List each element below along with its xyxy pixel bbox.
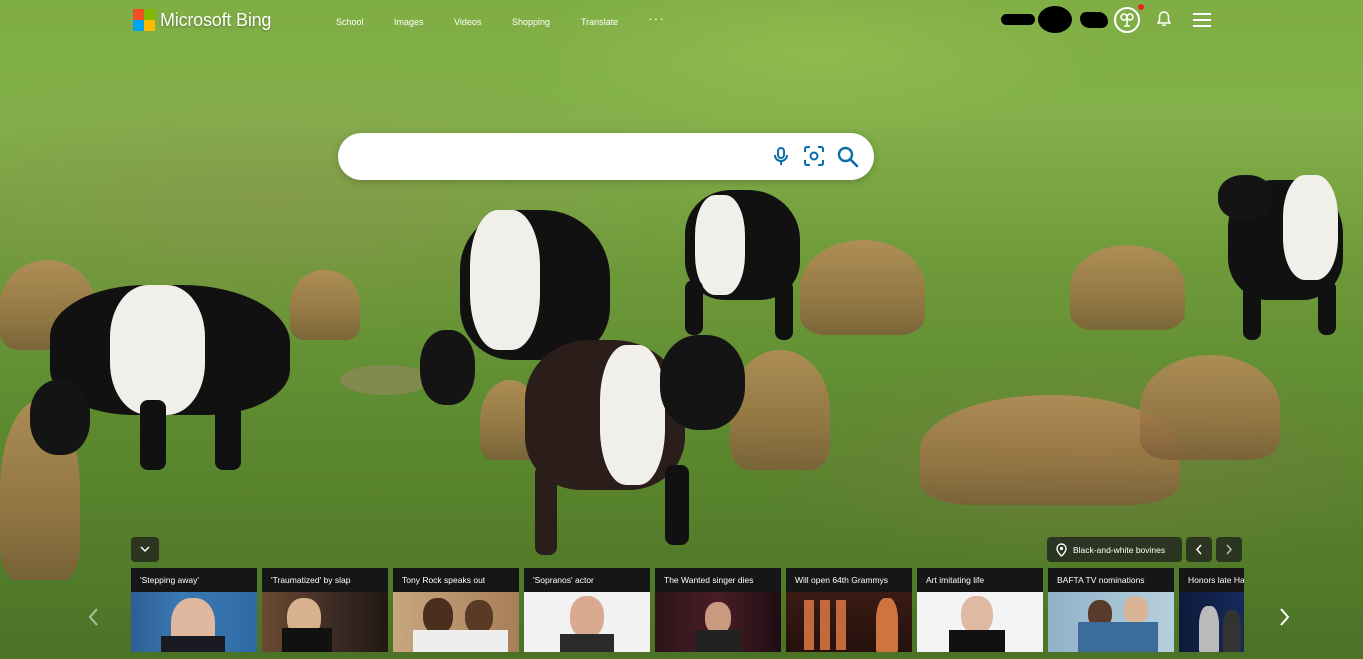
chevron-left-icon <box>1195 544 1202 555</box>
news-card-title: Tony Rock speaks out <box>393 568 519 592</box>
grass-tuft <box>290 270 360 340</box>
nav-item-shopping[interactable]: Shopping <box>512 17 550 27</box>
collapse-feed-button[interactable] <box>131 537 159 562</box>
menu-line <box>1193 13 1211 15</box>
news-carousel: 'Stepping away' 'Traumatized' by slap To… <box>131 568 1244 652</box>
search-box <box>338 133 874 180</box>
visual-search-icon[interactable] <box>803 145 825 167</box>
grass-tuft <box>1140 355 1280 460</box>
logo-square-red <box>133 9 144 20</box>
nav-more-button[interactable]: ··· <box>648 10 665 26</box>
previous-image-button[interactable] <box>1186 537 1212 562</box>
news-card[interactable]: BAFTA TV nominations <box>1048 568 1174 652</box>
news-card[interactable]: Honors late Ha <box>1179 568 1244 652</box>
grass-tuft <box>800 240 925 335</box>
grass-tuft <box>1070 245 1185 330</box>
calf <box>515 335 755 555</box>
chevron-left-icon <box>88 608 98 626</box>
search-input[interactable] <box>358 143 762 171</box>
hamburger-menu-icon[interactable] <box>1193 13 1211 27</box>
news-card-title: 'Stepping away' <box>131 568 257 592</box>
news-card-image <box>393 592 519 652</box>
nav-item-videos[interactable]: Videos <box>454 17 481 27</box>
news-card-title: The Wanted singer dies <box>655 568 781 592</box>
news-card[interactable]: Art imitating life <box>917 568 1043 652</box>
microphone-icon[interactable] <box>770 145 792 167</box>
nav-item-translate[interactable]: Translate <box>581 17 618 27</box>
news-card[interactable]: 'Traumatized' by slap <box>262 568 388 652</box>
news-card-image <box>262 592 388 652</box>
news-card-image <box>524 592 650 652</box>
news-card-title: BAFTA TV nominations <box>1048 568 1174 592</box>
nav-item-images[interactable]: Images <box>394 17 424 27</box>
news-card-image <box>655 592 781 652</box>
news-card-image <box>786 592 912 652</box>
news-card[interactable]: 'Stepping away' <box>131 568 257 652</box>
top-header: Microsoft Bing School Images Videos Shop… <box>0 0 1363 44</box>
redacted-account-name[interactable] <box>1001 14 1035 25</box>
menu-line <box>1193 25 1211 27</box>
feed-next-button[interactable] <box>1276 604 1292 630</box>
news-card-title: 'Sopranos' actor <box>524 568 650 592</box>
notification-dot <box>1138 4 1144 10</box>
news-card-image <box>1179 592 1244 652</box>
redacted-avatar[interactable] <box>1038 6 1072 33</box>
news-card[interactable]: The Wanted singer dies <box>655 568 781 652</box>
cow <box>30 270 300 470</box>
news-card-title: Will open 64th Grammys <box>786 568 912 592</box>
news-card-image <box>917 592 1043 652</box>
location-pin-icon <box>1056 543 1067 557</box>
chevron-right-icon <box>1280 608 1290 626</box>
chevron-down-icon <box>140 546 150 553</box>
news-card-title: Art imitating life <box>917 568 1043 592</box>
search-icon[interactable] <box>836 145 859 168</box>
microsoft-logo-icon <box>133 9 155 31</box>
bell-icon[interactable] <box>1156 11 1172 27</box>
news-card-title: 'Traumatized' by slap <box>262 568 388 592</box>
brand-name: Microsoft Bing <box>160 9 272 30</box>
logo-square-blue <box>133 20 144 31</box>
logo-square-yellow <box>144 20 155 31</box>
grass-tuft <box>340 365 430 395</box>
news-card[interactable]: Tony Rock speaks out <box>393 568 519 652</box>
cow <box>1218 175 1348 340</box>
redacted-points[interactable] <box>1080 12 1108 28</box>
rewards-trophy-icon[interactable] <box>1114 7 1140 33</box>
feed-previous-button[interactable] <box>86 604 102 630</box>
image-location-label: Black-and-white bovines <box>1073 544 1166 555</box>
news-card-image <box>131 592 257 652</box>
news-card[interactable]: 'Sopranos' actor <box>524 568 650 652</box>
next-image-button[interactable] <box>1216 537 1242 562</box>
news-card[interactable]: Will open 64th Grammys <box>786 568 912 652</box>
bing-logo[interactable]: Microsoft Bing <box>133 9 271 31</box>
chevron-right-icon <box>1226 544 1233 555</box>
news-card-title: Honors late Ha <box>1179 568 1244 592</box>
logo-square-green <box>144 9 155 20</box>
menu-line <box>1193 19 1211 21</box>
image-info-button[interactable]: Black-and-white bovines <box>1047 537 1182 562</box>
cow <box>665 190 805 345</box>
news-card-image <box>1048 592 1174 652</box>
nav-item-school[interactable]: School <box>336 17 364 27</box>
